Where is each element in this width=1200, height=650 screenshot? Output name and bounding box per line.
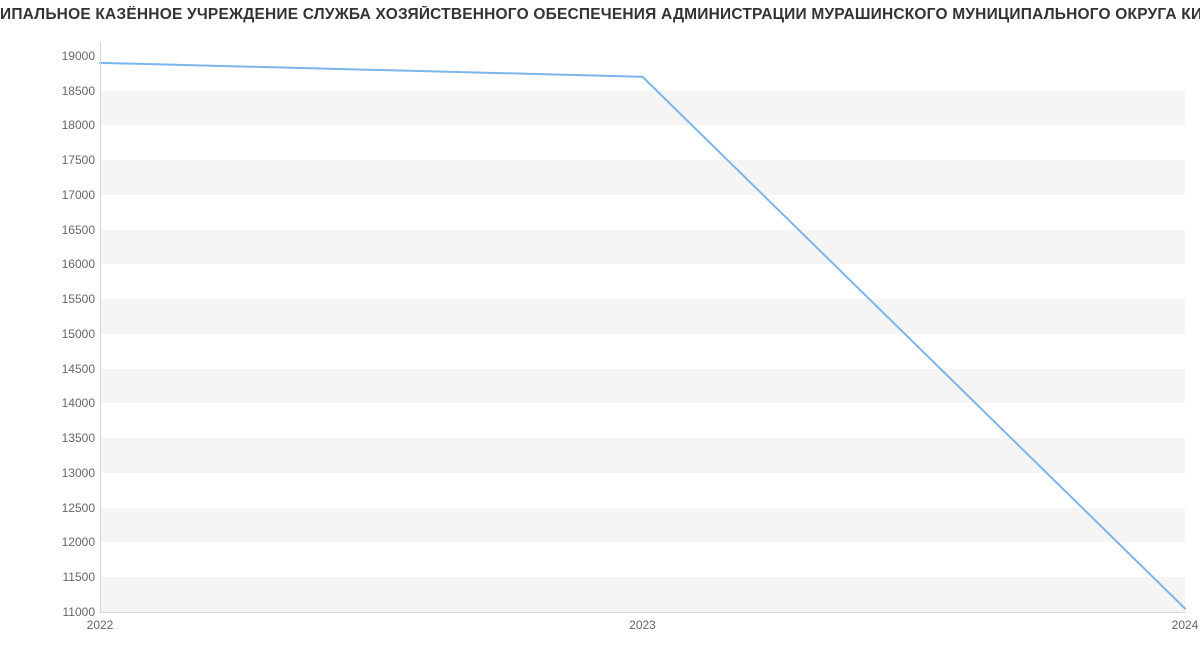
y-tick-label: 12000 [5,535,95,549]
y-tick-label: 16000 [5,257,95,271]
y-tick-label: 14000 [5,396,95,410]
y-tick-label: 18500 [5,84,95,98]
y-tick-label: 16500 [5,223,95,237]
y-tick-label: 11500 [5,570,95,584]
x-tick-label: 2022 [87,618,114,632]
x-tick-label: 2023 [629,618,656,632]
y-tick-label: 19000 [5,49,95,63]
y-tick-label: 11000 [5,605,95,619]
y-tick-label: 13000 [5,466,95,480]
x-tick-label: 2024 [1172,618,1199,632]
y-tick-label: 15000 [5,327,95,341]
y-tick-label: 17500 [5,153,95,167]
chart-container: ИПАЛЬНОЕ КАЗЁННОЕ УЧРЕЖДЕНИЕ СЛУЖБА ХОЗЯ… [0,0,1200,650]
y-tick-label: 15500 [5,292,95,306]
y-tick-label: 14500 [5,362,95,376]
y-tick-label: 17000 [5,188,95,202]
x-axis-line [100,612,1185,613]
line-series-layer [100,42,1185,612]
y-tick-label: 12500 [5,501,95,515]
y-axis-line [100,42,101,612]
chart-title: ИПАЛЬНОЕ КАЗЁННОЕ УЧРЕЖДЕНИЕ СЛУЖБА ХОЗЯ… [0,6,1200,24]
y-tick-label: 18000 [5,118,95,132]
series-line [100,63,1185,609]
y-tick-label: 13500 [5,431,95,445]
plot-area [100,42,1185,612]
